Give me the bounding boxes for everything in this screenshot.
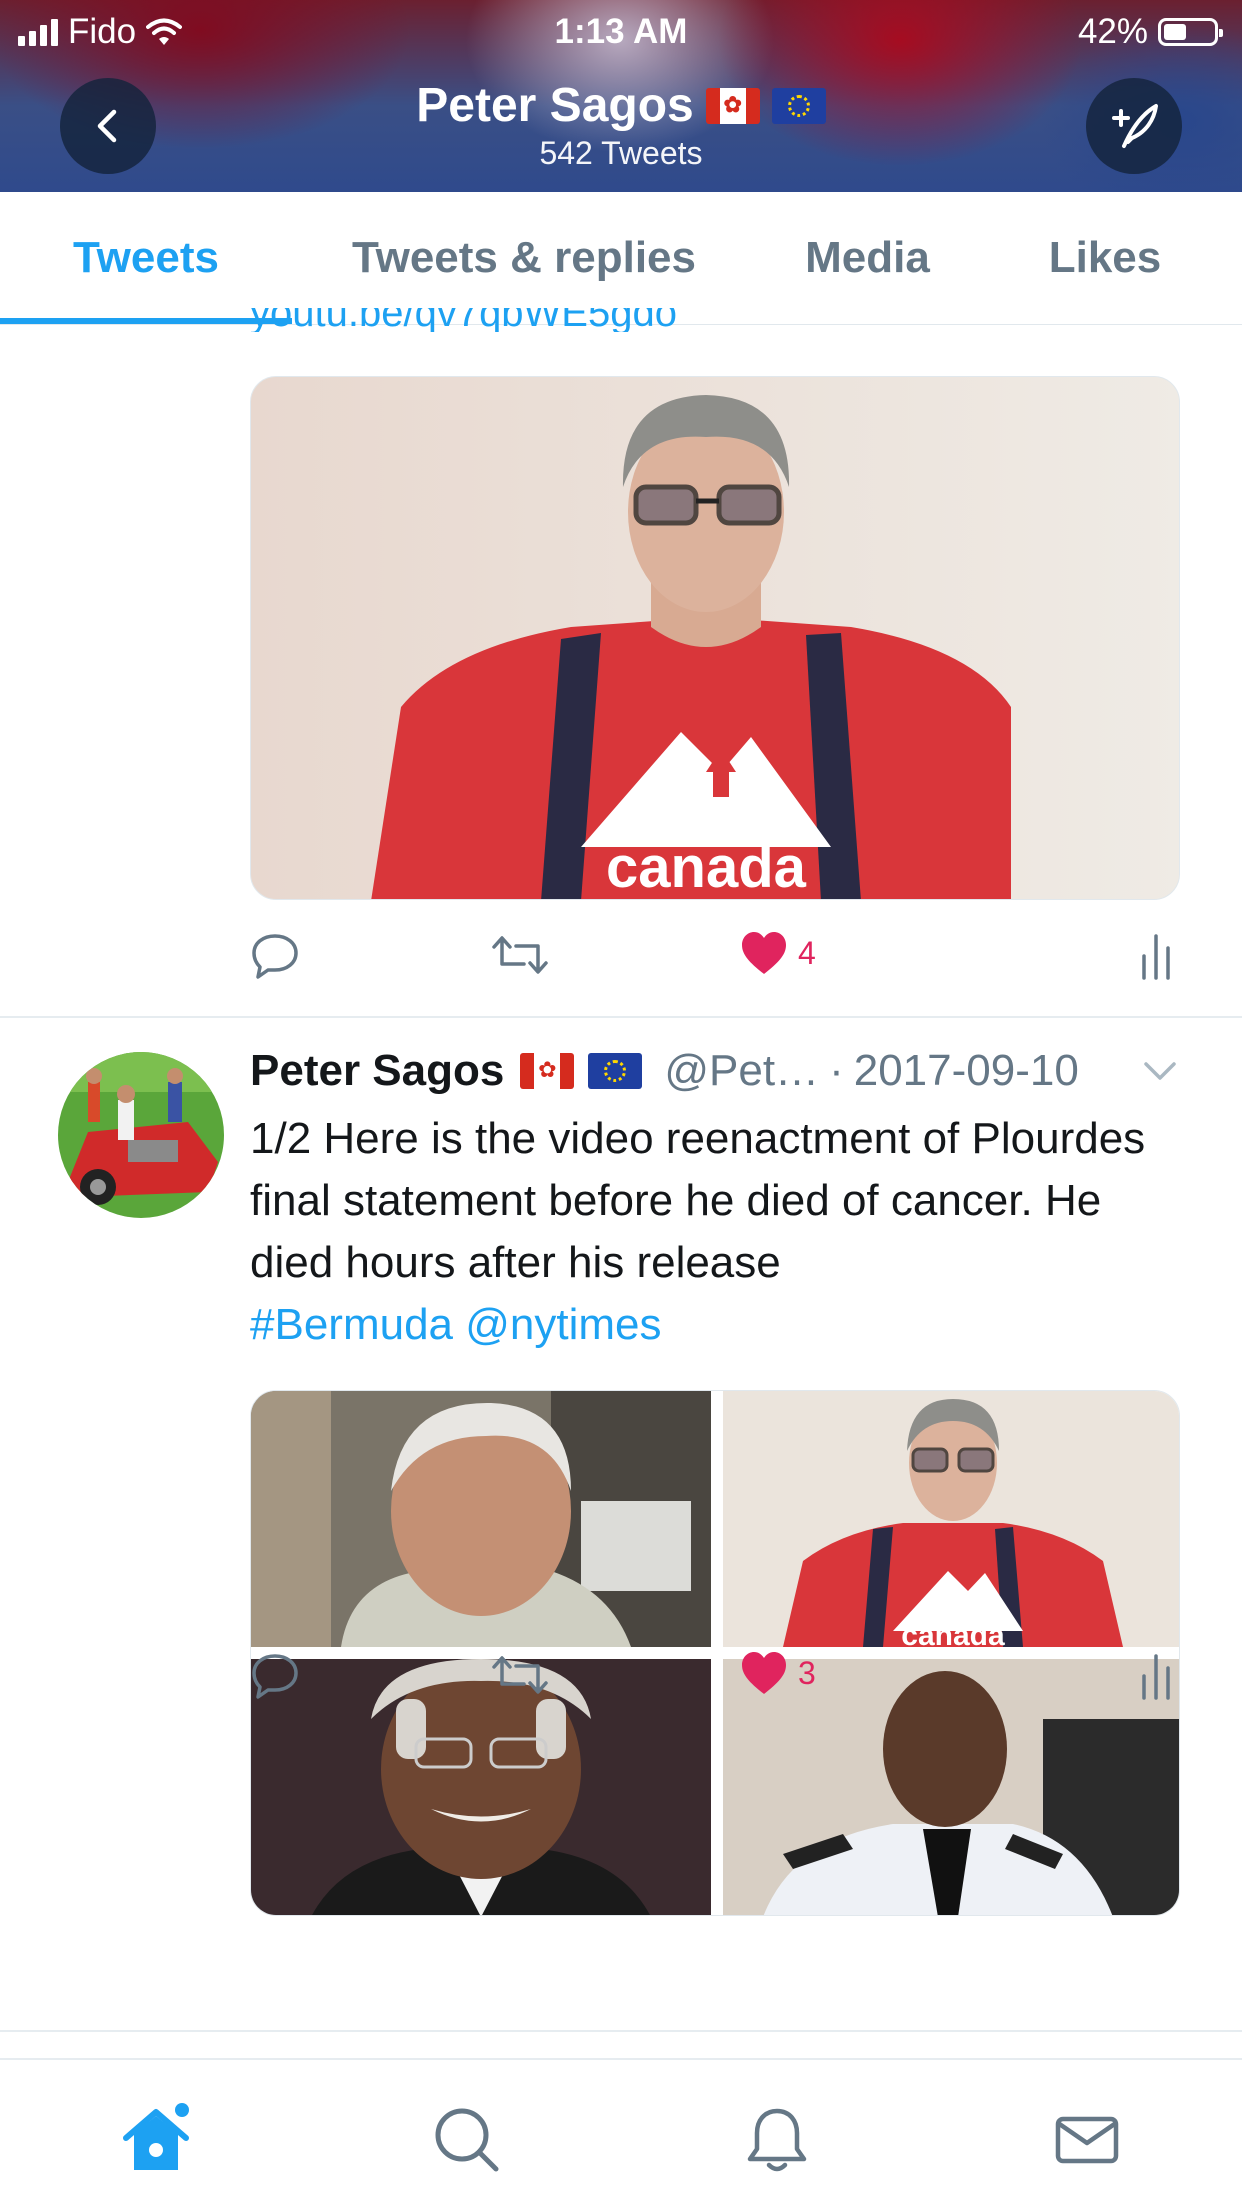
header-tweet-count: 542 Tweets <box>539 135 703 171</box>
tab-media[interactable]: Media <box>770 192 965 324</box>
messages-icon <box>1055 2116 1119 2164</box>
tweet1-image-text: canada <box>606 835 807 900</box>
home-icon <box>123 2103 189 2170</box>
battery-icon <box>1158 18 1223 46</box>
chevron-down-icon[interactable] <box>1140 1050 1180 1090</box>
compose-button[interactable] <box>1086 78 1182 174</box>
tweet2-retweet-button[interactable] <box>490 1650 550 1700</box>
tweet2-avatar[interactable] <box>58 1052 224 1218</box>
retweet-icon <box>492 1656 548 1694</box>
compose-tweet-icon <box>1112 104 1158 148</box>
battery-percent: 42% <box>1077 12 1148 51</box>
avatar-image <box>58 1052 224 1218</box>
header-title: Peter Sagos ✿ 542 Tweets <box>0 78 1242 172</box>
active-tab-indicator <box>0 318 292 324</box>
profile-header: Fido 1:13 AM 42% Peter Sagos ✿ 542 Tweet… <box>0 0 1242 192</box>
tweet1-media-image[interactable]: canada <box>250 376 1180 900</box>
tweet1-actions: 4 <box>250 930 1180 990</box>
search-icon <box>435 2108 499 2172</box>
analytics-icon <box>1142 934 1170 980</box>
nav-notifications[interactable] <box>737 2100 817 2180</box>
tweet-divider <box>0 2030 1242 2032</box>
old-man-photo <box>251 1391 711 1647</box>
tweet2-image-2[interactable]: canada <box>723 1391 1179 1647</box>
tweet2-date[interactable]: 2017-09-10 <box>854 1046 1079 1096</box>
tweet1-analytics-button[interactable] <box>1138 930 1174 980</box>
tweet2-body: 1/2 Here is the video reenactment of Plo… <box>250 1114 1146 1287</box>
tweet2-actions: 3 <box>250 1650 1180 1710</box>
tweet1-reply-button[interactable] <box>250 930 300 980</box>
nav-home[interactable] <box>116 2100 196 2180</box>
status-bar: Fido 1:13 AM 42% <box>0 12 1242 52</box>
heart-icon <box>742 932 786 974</box>
canada-flag-icon: ✿ <box>520 1053 575 1089</box>
tweet2-handle[interactable]: @Pet… <box>664 1046 819 1096</box>
reply-icon <box>252 934 298 979</box>
retweet-icon <box>492 936 548 974</box>
bottom-tab-bar <box>0 2058 1242 2210</box>
tweet1-like-button[interactable]: 4 <box>740 930 816 976</box>
nav-messages[interactable] <box>1047 2100 1127 2180</box>
canada-flag-icon: ✿ <box>705 87 760 124</box>
analytics-icon <box>1142 1654 1170 1700</box>
tweet2-header: Peter Sagos ✿ @Pet… · 2017-09-10 <box>250 1046 1190 1096</box>
tweet2-like-count: 3 <box>798 1654 816 1691</box>
tweet-divider <box>0 1016 1242 1018</box>
tweet2-image-text: canada <box>901 1619 1005 1647</box>
tweet2-hashtag[interactable]: #Bermuda <box>250 1300 453 1349</box>
nav-search[interactable] <box>427 2100 507 2180</box>
man-in-canada-shirt-photo: canada <box>723 1391 1179 1647</box>
eu-flag-icon <box>588 1053 643 1089</box>
tweet2-like-button[interactable]: 3 <box>740 1650 816 1696</box>
status-right: 42% <box>1077 12 1223 52</box>
reply-icon <box>252 1654 298 1699</box>
tweet2-reply-button[interactable] <box>250 1650 300 1700</box>
header-name: Peter Sagos <box>416 79 694 132</box>
notifications-icon <box>747 2108 807 2172</box>
tab-tweets[interactable]: Tweets <box>0 192 292 324</box>
tweet2-analytics-button[interactable] <box>1138 1650 1174 1700</box>
status-time: 1:13 AM <box>554 12 688 51</box>
tab-likes[interactable]: Likes <box>1020 192 1190 324</box>
tweet2-image-1[interactable] <box>251 1391 711 1647</box>
tweet2-author-name[interactable]: Peter Sagos <box>250 1046 504 1096</box>
heart-icon <box>742 1652 786 1694</box>
header-name-row: Peter Sagos ✿ <box>416 78 826 133</box>
tweet1-link[interactable]: youtu.be/qv7qbWE5gdo <box>250 308 677 332</box>
profile-tabs: Tweets Tweets & replies Media Likes <box>0 192 1242 325</box>
tweet2-text: 1/2 Here is the video reenactment of Plo… <box>250 1108 1190 1356</box>
tab-tweets-replies[interactable]: Tweets & replies <box>320 192 728 324</box>
tweet1-like-count: 4 <box>798 934 816 971</box>
eu-flag-icon <box>771 87 826 124</box>
tweet2-separator: · <box>829 1046 844 1095</box>
tweet1-retweet-button[interactable] <box>490 930 550 980</box>
tweet2-mention[interactable]: @nytimes <box>465 1300 661 1349</box>
man-in-canada-shirt-photo: canada <box>251 377 1179 900</box>
